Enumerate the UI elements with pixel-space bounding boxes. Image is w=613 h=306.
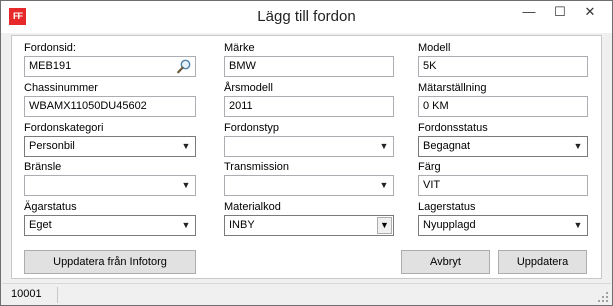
marke-field[interactable]: BMW	[224, 56, 394, 77]
form-panel: Fordonsid: MEB191 Märke BMW Modell 5K Ch…	[11, 35, 602, 279]
status-divider	[57, 287, 58, 303]
materialkod-select[interactable]: INBY ▼	[224, 215, 394, 236]
chassinummer-label: Chassinummer	[24, 82, 98, 94]
chevron-down-icon: ▼	[573, 220, 583, 230]
chevron-down-icon: ▼	[379, 141, 389, 151]
matarstallning-field[interactable]: 0 KM	[418, 96, 588, 117]
title-bar[interactable]: FF Lägg till fordon — ☐ ✕	[1, 1, 612, 33]
chevron-down-icon: ▼	[181, 180, 191, 190]
chassinummer-field[interactable]: WBAMX11050DU45602	[24, 96, 196, 117]
fordonsstatus-value: Begagnat	[423, 140, 471, 152]
status-text: 10001	[11, 288, 42, 300]
lagerstatus-select[interactable]: Nyupplagd ▼	[418, 215, 588, 236]
fordonsid-value: MEB191	[29, 60, 72, 72]
chevron-down-icon[interactable]: ▼	[377, 217, 392, 234]
marke-label: Märke	[224, 42, 255, 54]
chevron-down-icon: ▼	[379, 180, 389, 190]
fordonstyp-label: Fordonstyp	[224, 122, 280, 134]
chevron-down-icon: ▼	[573, 141, 583, 151]
materialkod-value: INBY	[229, 219, 255, 231]
modell-field[interactable]: 5K	[418, 56, 588, 77]
lagerstatus-label: Lagerstatus	[418, 201, 476, 213]
fordonsstatus-select[interactable]: Begagnat ▼	[418, 136, 588, 157]
chevron-down-icon: ▼	[181, 141, 191, 151]
bransle-select[interactable]: ▼	[24, 175, 196, 196]
transmission-label: Transmission	[224, 161, 289, 173]
bransle-label: Bränsle	[24, 161, 62, 173]
status-bar: 10001	[2, 283, 611, 305]
fordonstyp-select[interactable]: ▼	[224, 136, 394, 157]
agarstatus-label: Ägarstatus	[24, 201, 77, 213]
arsmodell-field[interactable]: 2011	[224, 96, 394, 117]
fordonskategori-select[interactable]: Personbil ▼	[24, 136, 196, 157]
cancel-button[interactable]: Avbryt	[401, 250, 490, 274]
materialkod-label: Materialkod	[224, 201, 281, 213]
matarstallning-label: Mätarställning	[418, 82, 487, 94]
update-button[interactable]: Uppdatera	[498, 250, 587, 274]
arsmodell-label: Årsmodell	[224, 82, 273, 94]
chevron-down-icon: ▼	[181, 220, 191, 230]
modell-label: Modell	[418, 42, 451, 54]
farg-label: Färg	[418, 161, 441, 173]
close-button[interactable]: ✕	[568, 1, 612, 23]
agarstatus-value: Eget	[29, 219, 52, 231]
fordonsid-label: Fordonsid:	[24, 42, 76, 54]
lagerstatus-value: Nyupplagd	[423, 219, 476, 231]
farg-field[interactable]: VIT	[418, 175, 588, 196]
agarstatus-select[interactable]: Eget ▼	[24, 215, 196, 236]
fordonskategori-label: Fordonskategori	[24, 122, 104, 134]
resize-grip-icon[interactable]	[598, 292, 608, 302]
dialog-window: FF Lägg till fordon — ☐ ✕ Fordonsid: MEB…	[0, 0, 613, 306]
fordonsstatus-label: Fordonsstatus	[418, 122, 488, 134]
update-from-infotorg-button[interactable]: Uppdatera från Infotorg	[24, 250, 196, 274]
transmission-select[interactable]: ▼	[224, 175, 394, 196]
fordonskategori-value: Personbil	[29, 140, 75, 152]
fordonsid-field[interactable]: MEB191	[24, 56, 196, 77]
search-icon[interactable]	[176, 58, 192, 75]
